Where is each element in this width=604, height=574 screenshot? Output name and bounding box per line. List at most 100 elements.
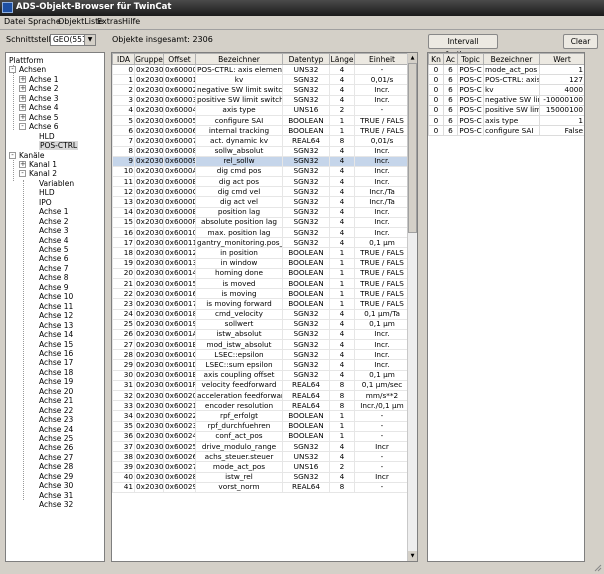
watch-row[interactable]: 0 6 POS-C configure SAI False: [428, 125, 584, 137]
tree-node[interactable]: Achse 3: [29, 94, 59, 103]
table-row[interactable]: 140x203000x6000Eposition lagSGN324Incr.: [112, 206, 410, 218]
table-row[interactable]: 410x203000x60029vorst_normREAL648-: [112, 481, 410, 493]
table-row[interactable]: 330x203000x60021encoder resolutionREAL64…: [112, 400, 410, 412]
table-scrollbar[interactable]: ▲ ▼: [407, 53, 417, 561]
table-row[interactable]: 80x203000x60008sollw_absolutSGN324Incr.: [112, 145, 410, 157]
collapse-icon[interactable]: -: [19, 170, 26, 178]
watch-row[interactable]: 06POS-CPOS-CTRL: axis ele127: [428, 74, 584, 86]
column-header[interactable]: Topic: [457, 53, 484, 65]
table-row[interactable]: 300x203000x6001Eaxis coupling offsetSGN3…: [112, 369, 410, 381]
table-row[interactable]: 400x203000x60028istw_relSGN324Incr: [112, 471, 410, 483]
table-row[interactable]: 320x203000x60020acceleration feedforward…: [112, 389, 410, 402]
table-row[interactable]: 350x203000x60023rpf_durchfuehrenBOOLEAN1…: [112, 420, 410, 432]
table-row[interactable]: 380x203000x60026achs_steuer.steuerUNS324…: [112, 451, 410, 463]
tree-node[interactable]: Achse 32: [39, 500, 73, 509]
tree-node[interactable]: Achse 10: [39, 292, 73, 301]
table-row[interactable]: 150x203000x6000Fabsolute position lagSGN…: [112, 216, 410, 229]
table-row[interactable]: 60x203000x60006internal trackingBOOLEAN1…: [112, 125, 410, 137]
table-row[interactable]: 50x203000x60005configure SAIBOOLEAN1TRUE…: [112, 114, 410, 127]
collapse-icon[interactable]: -: [9, 151, 16, 159]
table-row[interactable]: 340x203000x60022rpf_erfolgtBOOLEAN1-: [112, 410, 410, 422]
table-row[interactable]: 200x203000x60014homing doneBOOLEAN1TRUE …: [112, 267, 410, 279]
resize-grip-icon[interactable]: [594, 564, 602, 572]
expand-icon[interactable]: +: [19, 85, 26, 93]
expand-icon[interactable]: +: [19, 94, 26, 102]
table-row[interactable]: 100x203000x6000Adig cmd posSGN324Incr.: [112, 165, 410, 178]
tree-node[interactable]: Achse 31: [39, 491, 73, 500]
watch-row[interactable]: 0 6 POS-C kv 4000: [428, 84, 584, 96]
tree-node[interactable]: Achse 15: [39, 340, 73, 349]
tree-node[interactable]: Achse 19: [39, 377, 73, 386]
column-header[interactable]: Datentyp: [282, 53, 330, 65]
tree-node[interactable]: Achse 2: [29, 84, 59, 93]
column-header[interactable]: Gruppe: [134, 53, 164, 65]
tree-node[interactable]: Achse 11: [39, 302, 73, 311]
tree-node[interactable]: Achse 28: [39, 462, 73, 471]
tree-node[interactable]: Achse 21: [39, 396, 73, 405]
table-row[interactable]: 110x203000x6000Bdig act posSGN324Incr.: [112, 176, 410, 188]
tree-node[interactable]: Kanal 1: [29, 160, 57, 169]
table-row[interactable]: 190x203000x60013in windowBOOLEAN1TRUE / …: [112, 257, 410, 269]
table-row[interactable]: 270x203000x6001Bmod_istw_absolutSGN324In…: [112, 339, 410, 351]
clear-button[interactable]: Clear: [563, 34, 598, 49]
table-row[interactable]: 250x203000x60019sollwertSGN3240,1 µm: [112, 318, 410, 330]
tree-node[interactable]: Achse 5: [39, 245, 69, 254]
collapse-icon[interactable]: -: [19, 123, 26, 131]
collapse-icon[interactable]: -: [9, 66, 16, 74]
expand-icon[interactable]: +: [19, 104, 26, 112]
tree-node[interactable]: Achse 29: [39, 472, 73, 481]
tree-node[interactable]: Achse 26: [39, 443, 73, 452]
tree-node[interactable]: Achse 6: [39, 254, 69, 263]
tree-node[interactable]: Achse 1: [39, 207, 69, 216]
column-header[interactable]: Wert: [539, 53, 584, 65]
watch-row[interactable]: 06POS-Cpositive SW limit sw15000100: [428, 104, 584, 116]
table-row[interactable]: 260x203000x6001Aistw_absolutSGN324Incr.: [112, 328, 410, 341]
table-row[interactable]: 370x203000x60025drive_modulo_rangeSGN324…: [112, 440, 410, 453]
scrollbar-thumb[interactable]: [408, 63, 417, 233]
tree-node[interactable]: Achsen: [19, 65, 46, 74]
tree-node[interactable]: Achse 14: [39, 330, 73, 339]
table-row[interactable]: 70x203000x60007act. dynamic kvREAL6480,0…: [112, 135, 410, 147]
interface-select[interactable]: GEO(551) ▼: [50, 34, 96, 46]
tree-node[interactable]: Achse 5: [29, 113, 59, 122]
column-header[interactable]: Ac: [443, 53, 458, 65]
watch-row[interactable]: 0 6 POS-C mode_act_pos 1: [428, 63, 584, 76]
column-header[interactable]: IDA: [112, 53, 135, 65]
tree-node[interactable]: Achse 24: [39, 425, 73, 434]
tree-node[interactable]: Kanäle: [19, 151, 44, 160]
column-header[interactable]: Bezeichner: [195, 53, 283, 65]
tree-node[interactable]: IPO: [39, 198, 52, 207]
table-row[interactable]: 210x203000x60015is movedBOOLEAN1TRUE / F…: [112, 277, 410, 290]
table-row[interactable]: 40x203000x60004axis typeUNS162-: [112, 104, 410, 116]
table-row[interactable]: 290x203000x6001DLSEC::sum epsilonSGN324I…: [112, 359, 410, 371]
menu-hilfe[interactable]: Hilfe: [122, 17, 140, 26]
table-row[interactable]: 240x203000x60018cmd_velocitySGN3240,1 µm…: [112, 308, 410, 320]
tree-node[interactable]: Achse 18: [39, 368, 73, 377]
tree-node[interactable]: Achse 9: [39, 283, 69, 292]
column-header[interactable]: Einheit: [354, 53, 410, 65]
chevron-down-icon[interactable]: ▼: [84, 35, 95, 45]
tree-node[interactable]: Achse 22: [39, 406, 73, 415]
table-row[interactable]: 280x203000x6001CLSEC::epsilonSGN324Incr.: [112, 349, 410, 361]
tree-node[interactable]: Achse 13: [39, 321, 73, 330]
tree-node[interactable]: Achse 7: [39, 264, 69, 273]
column-header[interactable]: Kn: [428, 53, 444, 65]
table-row[interactable]: 360x203000x60024conf_act_posBOOLEAN1-: [112, 430, 410, 442]
table-row[interactable]: 170x203000x60011gantry_monitoring.pos_of…: [112, 237, 410, 249]
tree-node[interactable]: POS-CTRL: [39, 141, 79, 151]
tree-node[interactable]: Achse 6: [29, 122, 59, 131]
column-header[interactable]: Offset: [163, 53, 196, 65]
tree-node[interactable]: Achse 3: [39, 226, 69, 235]
tree-node[interactable]: Kanal 2: [29, 169, 57, 178]
watch-row[interactable]: 0 6 POS-C axis type 1: [428, 114, 584, 127]
tree-node[interactable]: Variablen: [39, 179, 74, 188]
scroll-down-arrow[interactable]: ▼: [408, 551, 417, 561]
tree-node[interactable]: Achse 8: [39, 273, 69, 282]
column-header[interactable]: Länge: [329, 53, 355, 65]
tree-node[interactable]: Achse 25: [39, 434, 73, 443]
tree-node[interactable]: Achse 23: [39, 415, 73, 424]
table-row[interactable]: 90x203000x60009rel_sollwSGN324Incr.: [112, 155, 410, 167]
column-header[interactable]: Bezeichner: [483, 53, 540, 65]
table-row[interactable]: 20x203000x60002negative SW limit switchS…: [112, 84, 410, 96]
tree-node[interactable]: Achse 4: [29, 103, 59, 112]
